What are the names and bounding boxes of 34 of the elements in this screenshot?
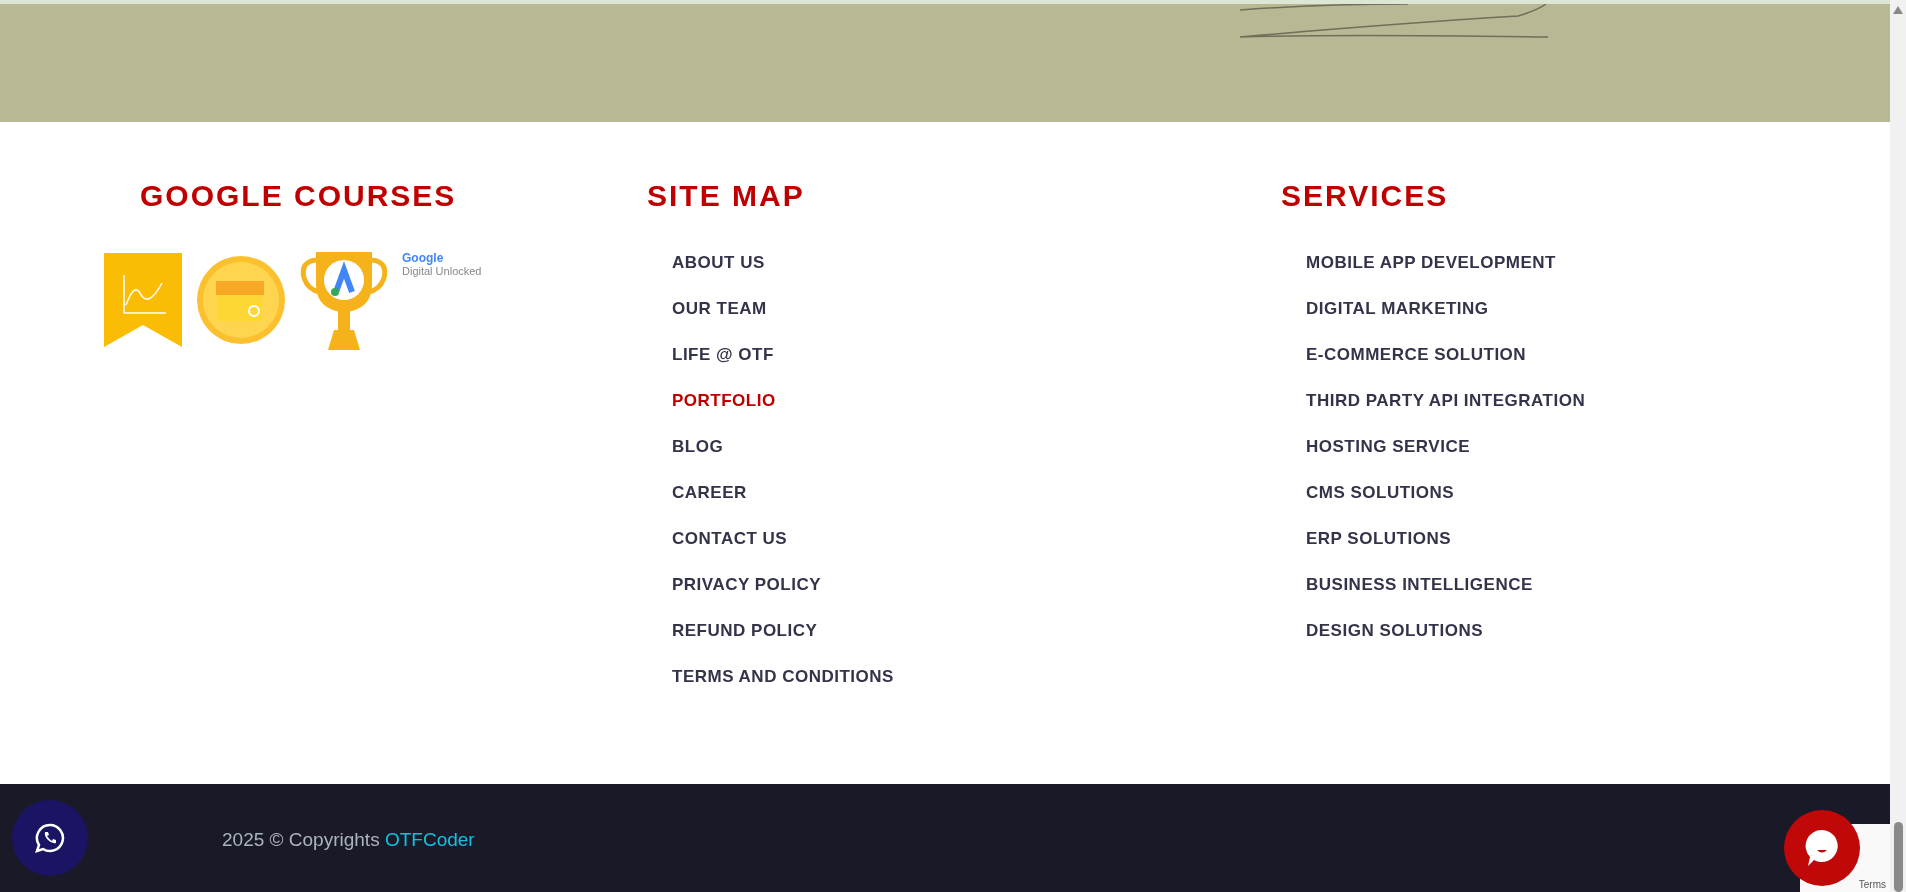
footer-link[interactable]: DESIGN SOLUTIONS <box>1306 618 1484 644</box>
footer-link[interactable]: LIFE @ OTF <box>672 342 774 368</box>
copyright-text: 2025 © Copyrights OTFCoder <box>222 827 475 852</box>
company-link[interactable]: OTFCoder <box>384 828 475 850</box>
footer-link[interactable]: E-COMMERCE SOLUTION <box>1306 342 1527 368</box>
footer-link[interactable]: MOBILE APP DEVELOPMENT <box>1306 250 1556 276</box>
footer-link[interactable]: TERMS AND CONDITIONS <box>672 664 894 690</box>
footer-link[interactable]: ABOUT US <box>672 250 765 276</box>
footer-link[interactable]: DIGITAL MARKETING <box>1306 296 1489 322</box>
footer-link[interactable]: ERP SOLUTIONS <box>1306 526 1452 552</box>
footer-link[interactable]: CONTACT US <box>672 526 788 552</box>
badge-caption: Digital Unlocked <box>402 265 482 278</box>
ribbon-badge-icon <box>104 253 182 347</box>
footer-link[interactable]: CMS SOLUTIONS <box>1306 480 1455 506</box>
footer-link[interactable]: HOSTING SERVICE <box>1306 434 1470 460</box>
footer-link[interactable]: CAREER <box>672 480 747 506</box>
footer-link[interactable]: BLOG <box>672 434 724 460</box>
footer-link[interactable]: PORTFOLIO <box>672 388 776 414</box>
store-badge-icon <box>196 255 286 345</box>
whatsapp-icon <box>34 822 66 854</box>
footer-link[interactable]: PRIVACY POLICY <box>672 572 821 598</box>
footer-link[interactable]: THIRD PARTY API INTEGRATION <box>1306 388 1586 414</box>
recaptcha-terms-link[interactable]: Terms <box>1858 877 1886 892</box>
footer-link[interactable]: REFUND POLICY <box>672 618 818 644</box>
scrollbar-thumb[interactable] <box>1893 822 1903 892</box>
footer-link[interactable]: BUSINESS INTELLIGENCE <box>1306 572 1533 598</box>
section-heading: SERVICES <box>1281 178 1450 214</box>
section-heading: SITE MAP <box>647 178 806 214</box>
trophy-icon <box>300 250 388 350</box>
section-heading: GOOGLE COURSES <box>139 178 458 214</box>
scroll-up-icon <box>1893 6 1903 14</box>
chat-bubble-icon <box>1804 828 1840 868</box>
brand-text: Google <box>402 252 445 265</box>
footer-link[interactable]: OUR TEAM <box>672 296 767 322</box>
